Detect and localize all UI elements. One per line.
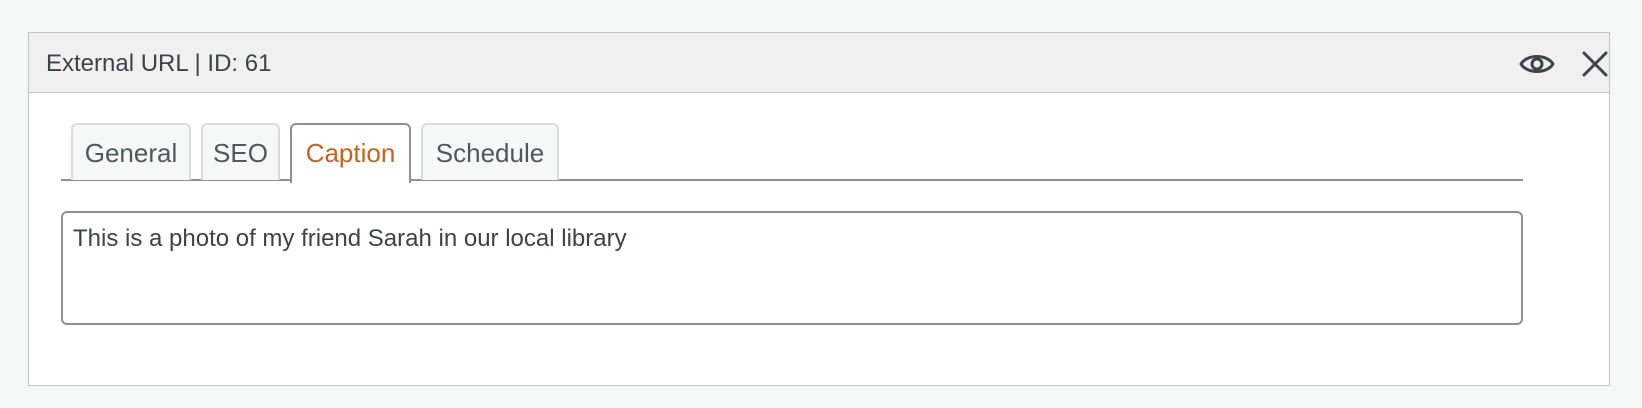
tab-seo[interactable]: SEO — [201, 123, 280, 180]
tab-general[interactable]: General — [71, 123, 191, 180]
panel-title: External URL | ID: 61 — [46, 50, 272, 77]
view-button[interactable] — [1517, 44, 1557, 84]
close-icon — [1582, 51, 1608, 77]
tab-bar: General SEO Caption Schedule — [61, 123, 1523, 183]
eye-icon — [1519, 55, 1555, 73]
close-button[interactable] — [1575, 44, 1615, 84]
tab-schedule[interactable]: Schedule — [421, 123, 559, 180]
item-edit-panel: External URL | ID: 61 General SEO Captio… — [28, 32, 1610, 386]
panel-header: External URL | ID: 61 — [29, 33, 1609, 93]
tab-caption[interactable]: Caption — [290, 123, 411, 183]
caption-textarea[interactable]: This is a photo of my friend Sarah in ou… — [61, 211, 1523, 325]
